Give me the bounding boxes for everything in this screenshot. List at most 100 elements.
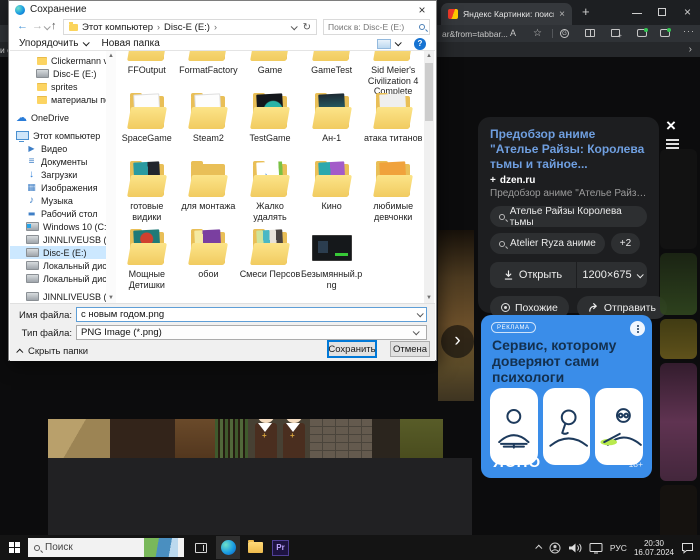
file-list-scrollbar[interactable]: ▲▼ [424, 51, 434, 303]
window-maximize-button[interactable] [658, 8, 666, 16]
ad-menu-icon[interactable] [630, 321, 645, 336]
open-button[interactable]: Открыть [490, 262, 576, 288]
source-domain[interactable]: dzen.ru [500, 175, 536, 186]
back-arrow-icon[interactable]: ← [17, 20, 28, 32]
new-tab-button[interactable]: + [582, 4, 590, 19]
sidebar-item[interactable]: Disc-E (E:) [10, 67, 106, 80]
sidebar-item[interactable]: Этот компьютер [10, 129, 106, 142]
refresh-icon[interactable]: ↻ [303, 22, 311, 33]
sidebar-item[interactable]: Видео [10, 142, 106, 155]
search-chip[interactable]: Atelier Ryza аниме [490, 233, 605, 254]
file-item[interactable]: любимые девчонки [362, 159, 424, 227]
file-item[interactable]: Game [239, 51, 301, 91]
view-mode-button[interactable] [377, 39, 400, 49]
window-close-button[interactable]: × [684, 5, 691, 19]
url-text[interactable]: ar&from=tabbar... [442, 29, 508, 39]
file-item[interactable]: TestGame [239, 91, 301, 159]
notification-center-icon[interactable] [681, 542, 694, 554]
language-indicator[interactable]: РУС [610, 543, 627, 553]
save-button[interactable]: Сохранить [328, 341, 376, 357]
hide-folders-button[interactable]: Скрыть папки [18, 346, 88, 357]
sidebar-item[interactable]: Документы [10, 155, 106, 168]
side-thumbnail[interactable] [660, 149, 697, 249]
source-row[interactable]: + dzen.ru [490, 175, 647, 186]
browser-menu-icon[interactable]: ··· [683, 26, 695, 36]
window-minimize-button[interactable] [632, 13, 642, 14]
split-screen-icon[interactable] [585, 29, 595, 37]
breadcrumb-dropdown-chevron[interactable] [290, 23, 297, 30]
read-aloud-icon[interactable]: A [510, 28, 516, 38]
sidebar-item[interactable]: OneDrive [10, 111, 106, 124]
breadcrumb-root[interactable]: Этот компьютер [82, 22, 153, 33]
tab-close-icon[interactable]: × [559, 9, 565, 20]
sidebar-item[interactable]: Windows 10 (C:) [10, 220, 106, 233]
sidebar-item[interactable]: Музыка [10, 194, 106, 207]
ad-banner[interactable]: РЕКЛАМА Сервис, которому доверяют сами п… [481, 315, 652, 478]
scrollbar-thumb[interactable] [425, 63, 433, 121]
size-dropdown[interactable]: 1200×675 [577, 262, 647, 288]
dialog-close-button[interactable]: × [408, 1, 436, 18]
file-item[interactable]: SpaceGame [116, 91, 178, 159]
chevron-down-icon[interactable] [417, 310, 424, 317]
side-thumbnail[interactable] [660, 253, 697, 315]
search-input[interactable] [328, 22, 413, 32]
file-item[interactable]: Жалко удалять [239, 159, 301, 227]
clock[interactable]: 20:30 16.07.2024 [634, 539, 674, 557]
file-item[interactable]: Steam2 [178, 91, 240, 159]
side-thumbnail[interactable] [660, 363, 697, 481]
file-item[interactable]: FormatFactory [178, 51, 240, 91]
breadcrumb[interactable]: Этот компьютер › Disc-E (E:) › ↻ [63, 19, 317, 35]
sidebar-item[interactable]: Рабочий стол [10, 207, 106, 220]
filename-input[interactable] [77, 309, 417, 320]
network-icon[interactable] [589, 542, 603, 554]
taskbar-edge-icon[interactable] [216, 536, 240, 559]
file-explorer-icon[interactable] [248, 542, 263, 553]
favorite-star-icon[interactable]: ☆ [533, 28, 542, 39]
sidebar-item[interactable]: Загрузки [10, 168, 106, 181]
file-item[interactable]: Мощные Детишки [116, 227, 178, 295]
search-chip[interactable]: Ателье Райзы Королева тьмы [490, 206, 647, 227]
file-item[interactable]: готовые видики [116, 159, 178, 227]
help-icon[interactable]: ? [414, 38, 426, 50]
file-item[interactable]: Sid Meier's Civilization 4 Complete [362, 51, 424, 91]
premiere-pro-icon[interactable]: Pr [272, 540, 289, 556]
new-folder-button[interactable]: Новая папка [102, 38, 160, 49]
explorer-search-box[interactable] [323, 19, 430, 35]
result-title-link[interactable]: Предобзор аниме "Ателье Райзы: Королева … [490, 127, 647, 172]
sidebar-item[interactable]: Clickermann v4. [10, 54, 106, 67]
file-item[interactable]: для монтажа [178, 159, 240, 227]
up-arrow-icon[interactable]: ↑ [51, 20, 57, 32]
extensions-icon[interactable] [660, 29, 670, 37]
volume-icon[interactable] [568, 542, 582, 554]
collections-icon[interactable] [611, 29, 620, 37]
breadcrumb-current[interactable]: Disc-E (E:) [164, 22, 210, 33]
file-item[interactable]: атака титанов [362, 91, 424, 159]
sidebar-item[interactable]: материалы по S [10, 93, 106, 106]
sidebar-item[interactable]: JINNLIVEUSB (D: [10, 233, 106, 246]
sidebar-item[interactable]: sprites [10, 80, 106, 93]
account-tray-icon[interactable] [549, 542, 561, 554]
file-item[interactable]: Безымянный.png [301, 227, 363, 295]
tracking-prevention-icon[interactable]: G [560, 29, 569, 38]
sidebar-item[interactable]: Локальный дис [10, 259, 106, 272]
side-thumbnail[interactable] [660, 319, 697, 359]
start-button[interactable] [9, 542, 20, 553]
sidebar-item[interactable]: Изображения [10, 181, 106, 194]
file-item[interactable]: Ан-1 [301, 91, 363, 159]
task-view-icon[interactable] [195, 543, 207, 553]
history-chevron-icon[interactable] [44, 23, 51, 30]
sidebar-item[interactable]: JINNLIVEUSB (D:) [10, 290, 106, 303]
sidebar-scrollbar[interactable]: ▲▼ [106, 51, 116, 303]
filetype-select[interactable]: PNG Image (*.png) [76, 325, 427, 340]
search-chip[interactable]: +2 [611, 233, 640, 254]
browser-essentials-icon[interactable] [637, 29, 647, 37]
sidebar-item[interactable]: Disc-E (E:) [10, 246, 106, 259]
file-item[interactable]: FFOutput [116, 51, 178, 91]
forward-arrow-icon[interactable]: → [32, 20, 43, 32]
file-item[interactable]: Смеси Персов [239, 227, 301, 295]
search-highlight-image[interactable] [144, 538, 178, 557]
cancel-button[interactable]: Отмена [390, 341, 430, 357]
bookmarks-overflow-chevron[interactable]: › [689, 44, 692, 55]
dialog-title-bar[interactable]: Сохранение × [9, 1, 436, 18]
viewer-close-icon[interactable]: × [666, 116, 676, 136]
